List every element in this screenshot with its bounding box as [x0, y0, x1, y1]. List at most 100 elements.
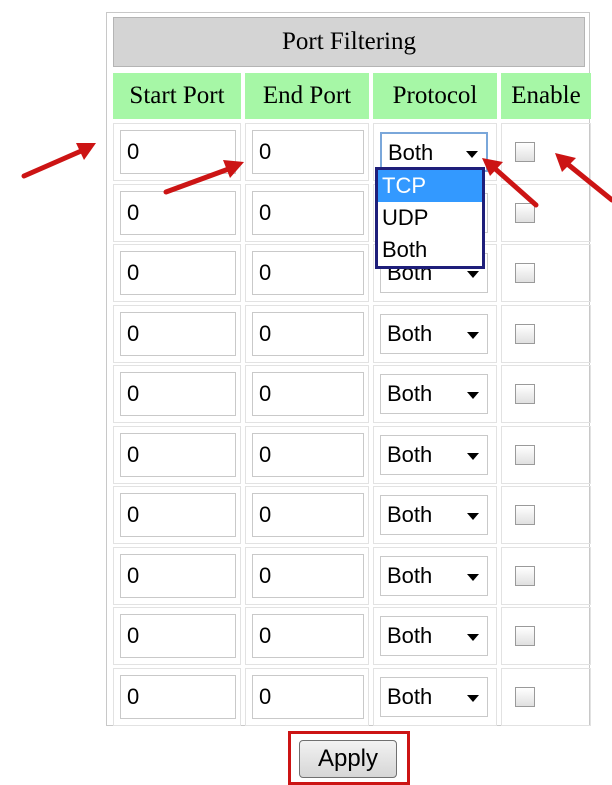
column-header-start-port: Start Port	[113, 73, 241, 119]
end-port-input[interactable]: 0	[252, 614, 364, 658]
start-port-cell: 0	[113, 304, 241, 363]
protocol-select[interactable]: Both	[380, 676, 488, 717]
start-port-cell: 0	[113, 425, 241, 484]
end-port-cell: 0	[245, 123, 369, 181]
protocol-select-value: Both	[387, 441, 433, 467]
column-header-end-port: End Port	[245, 73, 369, 119]
end-port-cell: 0	[245, 546, 369, 605]
protocol-cell: Both	[373, 304, 497, 363]
enable-cell	[501, 607, 591, 665]
protocol-select[interactable]: Both	[380, 434, 488, 475]
enable-checkbox[interactable]	[515, 323, 535, 344]
start-port-input[interactable]: 0	[120, 553, 236, 598]
start-port-input[interactable]: 0	[120, 614, 236, 658]
enable-checkbox[interactable]	[515, 263, 535, 283]
dropdown-option-both[interactable]: Both	[378, 234, 482, 266]
table-title: Port Filtering	[113, 17, 585, 67]
start-port-input[interactable]: 0	[120, 311, 236, 356]
end-port-cell: 0	[245, 183, 369, 242]
column-header-protocol: Protocol	[373, 73, 497, 119]
enable-cell	[501, 244, 591, 302]
chevron-down-icon	[467, 392, 479, 399]
end-port-cell: 0	[245, 304, 369, 363]
protocol-select-value: Both	[387, 562, 433, 588]
end-port-cell: 0	[245, 365, 369, 423]
table-row: 00 Both	[107, 486, 591, 546]
enable-cell	[501, 304, 591, 363]
protocol-cell: Both	[373, 425, 497, 484]
enable-cell	[501, 546, 591, 605]
enable-checkbox[interactable]	[515, 686, 535, 707]
protocol-select[interactable]: Both	[380, 132, 488, 172]
end-port-input[interactable]: 0	[252, 130, 364, 174]
arrow-to-start-port-icon	[21, 143, 96, 179]
table-row: 00 Both	[107, 607, 591, 667]
protocol-cell: Both	[373, 546, 497, 605]
enable-checkbox[interactable]	[515, 565, 535, 586]
enable-checkbox[interactable]	[515, 626, 535, 646]
end-port-input[interactable]: 0	[252, 251, 364, 295]
end-port-input[interactable]: 0	[252, 432, 364, 477]
chevron-down-icon	[467, 694, 479, 702]
start-port-input[interactable]: 0	[120, 251, 236, 295]
table-row: 00 Both	[107, 425, 591, 486]
table-row: 00Both	[107, 244, 591, 304]
enable-cell	[501, 183, 591, 242]
table-row: 00 Both	[107, 365, 591, 425]
protocol-select-value: Both	[387, 623, 433, 648]
end-port-input[interactable]: 0	[252, 553, 364, 598]
dropdown-option-udp[interactable]: UDP	[378, 202, 482, 234]
apply-button[interactable]: Apply	[299, 740, 397, 778]
protocol-select[interactable]: Both	[380, 374, 488, 414]
end-port-cell: 0	[245, 244, 369, 302]
start-port-cell: 0	[113, 365, 241, 423]
end-port-input[interactable]: 0	[252, 190, 364, 235]
table-row: 00 Both	[107, 546, 591, 607]
enable-cell	[501, 425, 591, 484]
enable-cell	[501, 667, 591, 726]
chevron-down-icon	[467, 634, 479, 641]
table-row: 00 Both	[107, 123, 591, 183]
protocol-select[interactable]: Both	[380, 555, 488, 596]
column-header-enable: Enable	[501, 73, 591, 119]
end-port-input[interactable]: 0	[252, 372, 364, 416]
start-port-input[interactable]: 0	[120, 372, 236, 416]
end-port-input[interactable]: 0	[252, 311, 364, 356]
end-port-input[interactable]: 0	[252, 493, 364, 537]
enable-checkbox[interactable]	[515, 384, 535, 404]
end-port-cell: 0	[245, 607, 369, 665]
start-port-input[interactable]: 0	[120, 190, 236, 235]
end-port-input[interactable]: 0	[252, 674, 364, 719]
enable-checkbox[interactable]	[515, 444, 535, 465]
end-port-cell: 0	[245, 486, 369, 544]
chevron-down-icon	[467, 513, 479, 520]
table-row: 00Both	[107, 183, 591, 244]
start-port-input[interactable]: 0	[120, 674, 236, 719]
start-port-input[interactable]: 0	[120, 130, 236, 174]
protocol-select-value: Both	[387, 683, 433, 709]
start-port-cell: 0	[113, 607, 241, 665]
start-port-input[interactable]: 0	[120, 432, 236, 477]
start-port-cell: 0	[113, 183, 241, 242]
protocol-cell: Both	[373, 667, 497, 726]
protocol-select[interactable]: Both	[380, 616, 488, 656]
protocol-select-value: Both	[387, 502, 433, 527]
protocol-dropdown-list: TCP UDP Both	[375, 167, 485, 269]
end-port-cell: 0	[245, 667, 369, 726]
start-port-cell: 0	[113, 123, 241, 181]
start-port-cell: 0	[113, 667, 241, 726]
protocol-cell: Both	[373, 607, 497, 665]
chevron-down-icon	[466, 151, 478, 158]
enable-checkbox[interactable]	[515, 142, 535, 162]
start-port-input[interactable]: 0	[120, 493, 236, 537]
enable-checkbox[interactable]	[515, 202, 535, 223]
protocol-select[interactable]: Both	[380, 313, 488, 354]
enable-cell	[501, 123, 591, 181]
start-port-cell: 0	[113, 546, 241, 605]
apply-highlight-box: Apply	[288, 731, 410, 785]
protocol-select[interactable]: Both	[380, 495, 488, 535]
end-port-cell: 0	[245, 425, 369, 484]
enable-checkbox[interactable]	[515, 505, 535, 525]
table-row: 00 Both	[107, 304, 591, 365]
dropdown-option-tcp[interactable]: TCP	[378, 170, 482, 202]
